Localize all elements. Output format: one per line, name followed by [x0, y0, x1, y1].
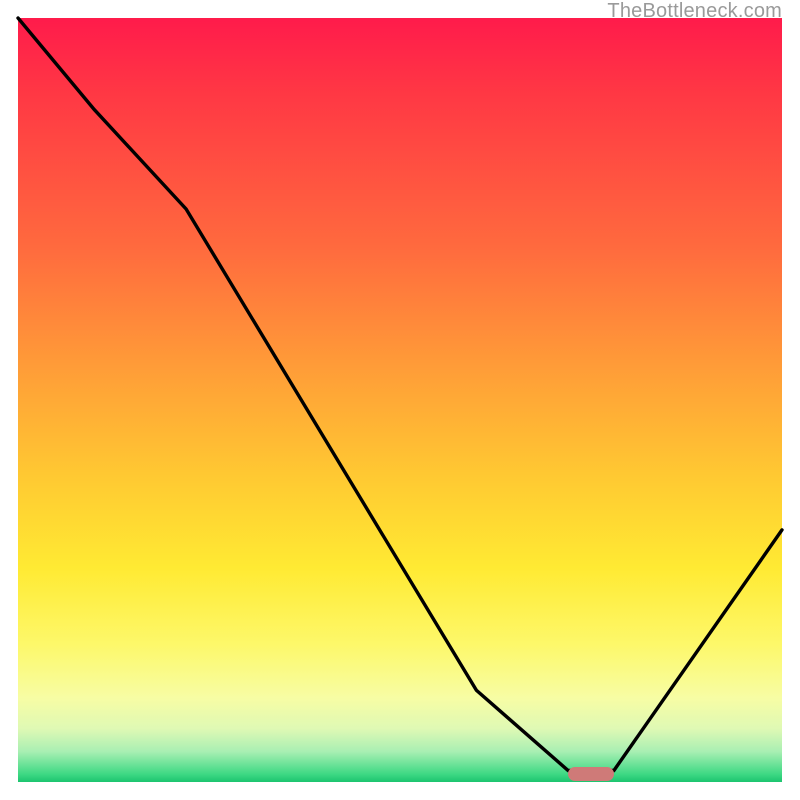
optimum-marker: [568, 767, 614, 781]
chart-stage: TheBottleneck.com: [0, 0, 800, 800]
bottleneck-curve: [18, 18, 782, 782]
bottleneck-curve-path: [18, 18, 782, 771]
